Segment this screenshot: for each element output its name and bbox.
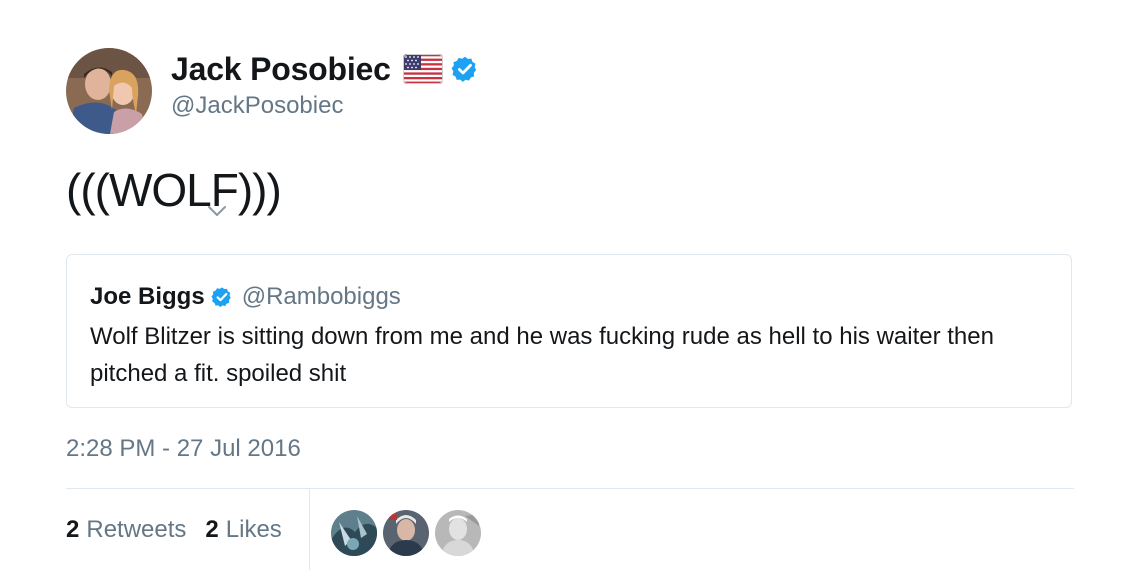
stats-divider [309, 489, 310, 570]
quoted-author-name: Joe Biggs [90, 283, 205, 310]
retweets-stat[interactable]: 2 Retweets [66, 516, 186, 544]
verified-badge-icon [211, 286, 233, 308]
us-flag-icon [402, 54, 443, 84]
quoted-tweet[interactable]: Joe Biggs @Rambobiggs Wolf Blitzer is si… [66, 254, 1072, 408]
liker-avatar[interactable] [331, 510, 377, 556]
author-avatar[interactable] [66, 48, 152, 134]
tweet-text: (((WOLF))) [66, 164, 282, 216]
tweet-card: Jack Posobiec @JackPosobiec (((WOLF))) J… [0, 0, 1144, 570]
author-name-row: Jack Posobiec [171, 50, 479, 88]
liker-avatar[interactable] [435, 510, 481, 556]
verified-badge-icon [451, 55, 479, 83]
liker-avatar[interactable] [383, 510, 429, 556]
likes-count: 2 [205, 516, 219, 543]
retweets-label: Retweets [86, 516, 187, 543]
divider [66, 488, 1074, 489]
tweet-timestamp[interactable]: 2:28 PM - 27 Jul 2016 [66, 435, 301, 463]
quoted-tweet-text: Wolf Blitzer is sitting down from me and… [90, 323, 994, 387]
quoted-author-handle: @Rambobiggs [241, 283, 401, 310]
retweets-count: 2 [66, 516, 80, 543]
chevron-down-icon[interactable] [206, 204, 228, 218]
quoted-tweet-header: Joe Biggs @Rambobiggs [90, 283, 401, 311]
likes-label: Likes [225, 516, 282, 543]
likes-stat[interactable]: 2 Likes [205, 516, 281, 544]
author-handle[interactable]: @JackPosobiec [171, 92, 343, 120]
likers-avatars [331, 510, 487, 556]
author-display-name[interactable]: Jack Posobiec [171, 51, 391, 88]
tweet-stats: 2 Retweets 2 Likes [66, 516, 282, 544]
